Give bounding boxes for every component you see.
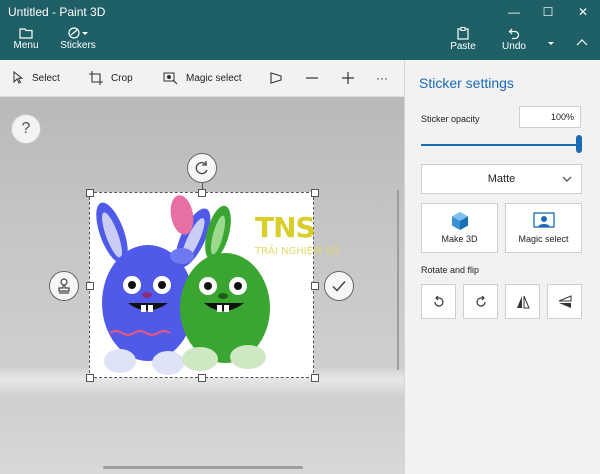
magic-select-command[interactable]: Magic select <box>163 60 242 96</box>
vertical-scrollbar[interactable] <box>397 190 399 370</box>
opacity-input[interactable]: 100% <box>519 106 581 128</box>
watermark-logo: TNS <box>255 211 316 244</box>
opacity-slider-thumb[interactable] <box>576 135 582 153</box>
magic-select-label: Magic select <box>186 72 242 84</box>
watermark-subtext: TRẢI NGHIỆM SỐ <box>255 246 340 257</box>
zoom-in-button[interactable] <box>341 60 363 96</box>
flip-horizontal-icon <box>516 295 530 308</box>
opacity-label: Sticker opacity <box>421 114 480 124</box>
chevron-down-icon <box>562 176 572 182</box>
help-button[interactable]: ? <box>11 114 41 144</box>
paste-button[interactable]: Paste <box>449 24 477 60</box>
resize-handle-top-left[interactable] <box>86 189 94 197</box>
zoom-out-icon <box>306 77 318 79</box>
rotate-left-icon <box>433 295 444 307</box>
rotate-icon <box>195 161 208 175</box>
sticker-settings-panel: Sticker settings Sticker opacity 100% Ma… <box>404 60 600 474</box>
more-options-button[interactable]: ··· <box>376 60 388 96</box>
maximize-button[interactable]: ☐ <box>531 0 565 24</box>
crop-icon <box>89 71 103 85</box>
horizontal-scrollbar[interactable] <box>103 466 303 469</box>
stickers-icon <box>68 27 88 39</box>
opacity-slider-track[interactable] <box>421 144 581 146</box>
zoom-in-icon <box>342 72 354 84</box>
view-3d-icon <box>270 72 282 84</box>
select-icon <box>13 71 24 84</box>
magic-select-icon <box>163 72 178 85</box>
undo-dropdown-button[interactable] <box>540 24 562 60</box>
menu-button[interactable]: Menu <box>8 24 44 60</box>
rotate-left-button[interactable] <box>421 284 456 319</box>
apply-sticker-button[interactable] <box>324 271 354 301</box>
chevron-down-icon <box>548 42 554 45</box>
stamp-icon <box>58 278 70 294</box>
cube-icon <box>451 212 468 230</box>
rotate-right-button[interactable] <box>463 284 498 319</box>
undo-label: Undo <box>502 41 526 52</box>
title-bar: Untitled - Paint 3D — ☐ ✕ <box>0 0 600 24</box>
crop-button[interactable]: Crop <box>89 60 133 96</box>
rotate-handle-button[interactable] <box>187 153 217 183</box>
resize-handle-bottom-right[interactable] <box>311 374 319 382</box>
stickers-button[interactable]: Stickers <box>58 24 98 60</box>
flip-horizontal-button[interactable] <box>505 284 540 319</box>
rotate-flip-label: Rotate and flip <box>421 265 480 275</box>
stamp-button[interactable] <box>49 271 79 301</box>
resize-handle-left[interactable] <box>86 282 94 290</box>
check-icon <box>332 281 346 292</box>
main-toolbar: Menu Stickers Paste Undo <box>0 24 600 60</box>
flip-vertical-icon <box>558 294 571 308</box>
resize-handle-right[interactable] <box>311 282 319 290</box>
menu-icon <box>19 28 33 39</box>
select-button[interactable]: Select <box>12 60 60 96</box>
resize-handle-bottom[interactable] <box>198 374 206 382</box>
make-3d-label: Make 3D <box>441 234 478 244</box>
chevron-up-icon <box>576 39 588 46</box>
magic-select-button[interactable]: Magic select <box>505 203 582 253</box>
finish-dropdown[interactable]: Matte <box>421 164 582 194</box>
collapse-toolbar-button[interactable] <box>570 24 594 60</box>
panel-title: Sticker settings <box>419 75 514 91</box>
resize-handle-top-right[interactable] <box>311 189 319 197</box>
command-bar: Select Crop Magic select ··· <box>0 60 404 97</box>
select-label: Select <box>32 72 60 84</box>
crop-label: Crop <box>111 72 133 84</box>
resize-handle-bottom-left[interactable] <box>86 374 94 382</box>
finish-value: Matte <box>487 173 516 185</box>
paste-label: Paste <box>450 41 476 52</box>
minimize-button[interactable]: — <box>497 0 531 24</box>
undo-icon <box>508 28 520 40</box>
close-button[interactable]: ✕ <box>566 0 600 24</box>
stickers-label: Stickers <box>60 40 96 51</box>
window-title: Untitled - Paint 3D <box>8 5 106 19</box>
menu-label: Menu <box>13 40 39 51</box>
rotate-right-icon <box>475 295 486 307</box>
paste-icon <box>457 27 469 40</box>
view-3d-button[interactable] <box>269 60 291 96</box>
magic-select-panel-label: Magic select <box>518 234 569 244</box>
undo-button[interactable]: Undo <box>500 24 528 60</box>
make-3d-button[interactable]: Make 3D <box>421 203 498 253</box>
picture-icon <box>532 212 555 228</box>
resize-handle-top[interactable] <box>198 189 206 197</box>
zoom-out-button[interactable] <box>305 60 327 96</box>
flip-vertical-button[interactable] <box>547 284 582 319</box>
